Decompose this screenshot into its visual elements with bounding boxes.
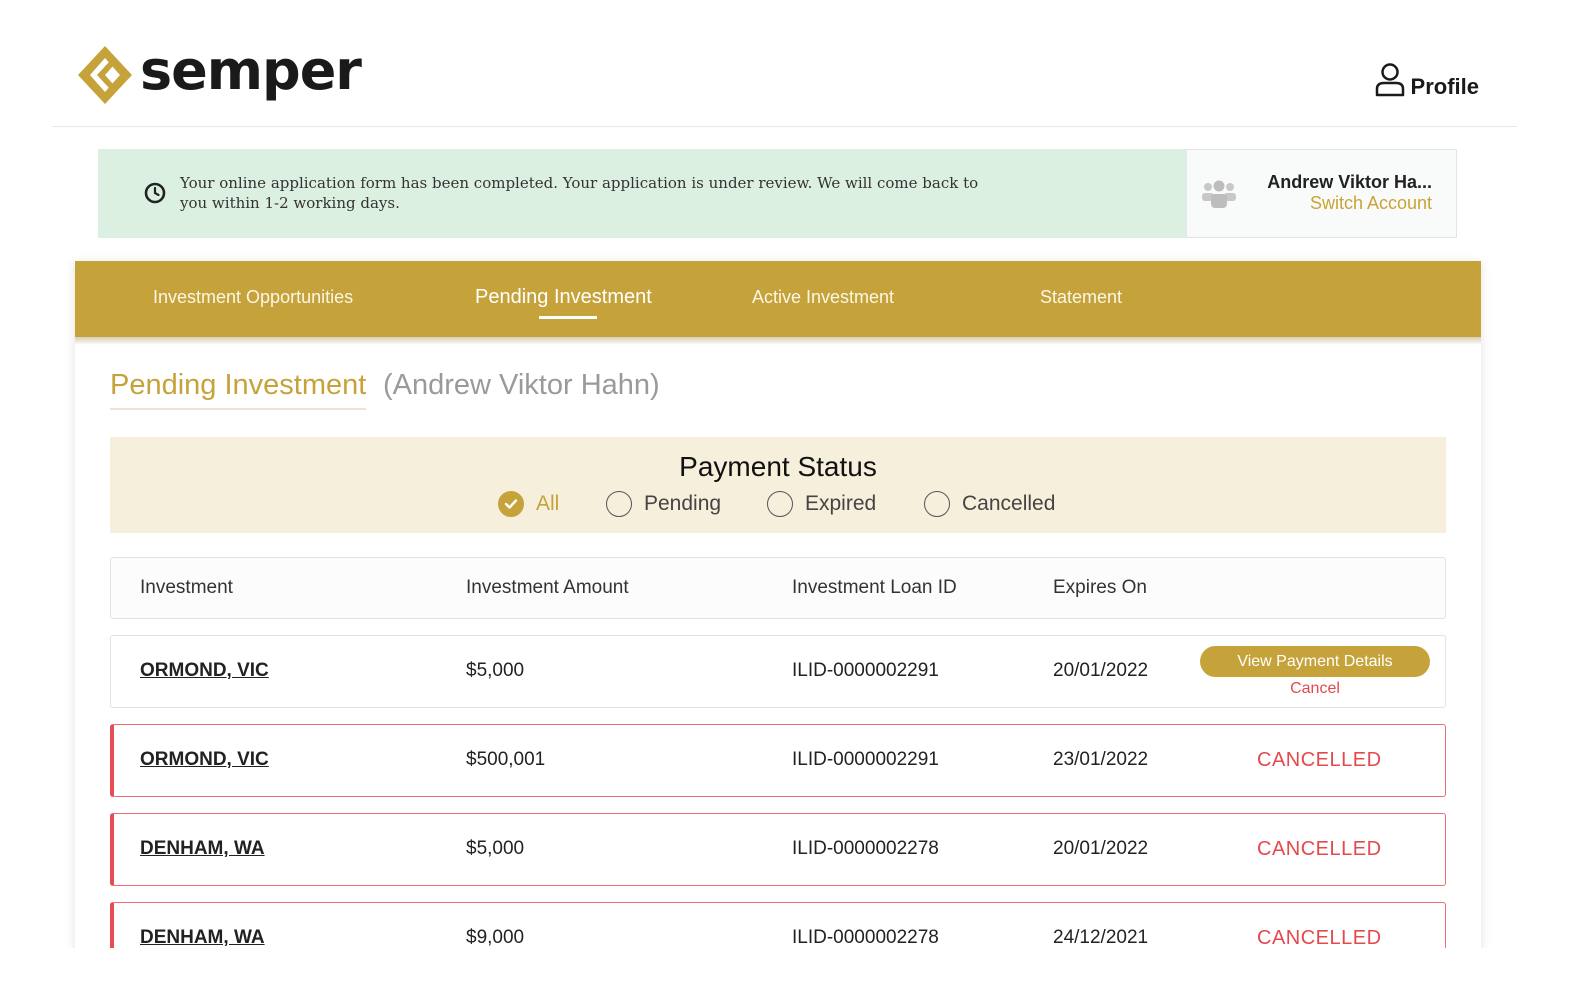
column-header-expires: Expires On (1053, 577, 1147, 598)
status-badge: CANCELLED (1257, 838, 1382, 860)
expires-on: 20/01/2022 (1053, 660, 1149, 681)
account-name: Andrew Viktor Ha... (1267, 172, 1432, 192)
radio-unchecked-icon (924, 491, 950, 517)
profile-label: Profile (1410, 74, 1479, 99)
account-switcher: Andrew Viktor Ha... Switch Account (1186, 149, 1457, 238)
column-header-investment: Investment (140, 577, 233, 598)
status-badge: CANCELLED (1257, 749, 1382, 771)
filter-option-all[interactable]: All (498, 490, 559, 518)
table-header: Investment Investment Amount Investment … (110, 557, 1446, 619)
viewport-edge (0, 948, 1577, 1008)
investment-amount: $9,000 (466, 927, 525, 948)
column-header-loan-id: Investment Loan ID (792, 577, 957, 598)
investment-link[interactable]: DENHAM, WA (140, 927, 265, 949)
expires-on: 20/01/2022 (1053, 838, 1149, 859)
status-badge: CANCELLED (1257, 927, 1382, 949)
column-header-amount: Investment Amount (466, 577, 629, 598)
view-payment-details-button[interactable]: View Payment Details (1200, 646, 1430, 677)
filter-option-label: All (536, 492, 560, 515)
tab-statement[interactable]: Statement (1040, 287, 1122, 308)
radio-unchecked-icon (606, 491, 632, 517)
user-icon (1375, 63, 1404, 97)
clock-icon (144, 182, 166, 204)
header: semper Profile (0, 0, 1577, 128)
notice-message: Your online application form has been co… (180, 174, 979, 212)
investment-amount: $5,000 (466, 660, 525, 681)
tab-active-investment[interactable]: Active Investment (752, 287, 894, 308)
expires-on: 24/12/2021 (1053, 927, 1149, 948)
filter-option-cancelled[interactable]: Cancelled (924, 490, 1055, 518)
page-subtitle: (Andrew Viktor Hahn) (383, 369, 660, 401)
brand-logo[interactable]: semper (76, 39, 362, 106)
users-group-icon (1202, 180, 1236, 208)
investment-link[interactable]: DENHAM, WA (140, 838, 265, 860)
tab-investment-opportunities[interactable]: Investment Opportunities (153, 287, 353, 308)
filter-option-pending[interactable]: Pending (606, 490, 721, 518)
switch-account-link[interactable]: Switch Account (1310, 193, 1432, 214)
filter-option-expired[interactable]: Expired (767, 490, 876, 518)
loan-id: ILID-0000002291 (792, 660, 939, 681)
investment-amount: $5,000 (466, 838, 525, 859)
loan-id: ILID-0000002291 (792, 749, 939, 770)
tab-pending-investment[interactable]: Pending Investment (475, 286, 652, 309)
application-notice: Your online application form has been co… (98, 149, 1186, 238)
filter-title: Payment Status (679, 451, 877, 482)
filter-option-label: Pending (644, 492, 722, 515)
header-divider (52, 126, 1517, 127)
radio-checked-icon (498, 491, 524, 517)
profile-button[interactable]: Profile (1375, 62, 1479, 98)
radio-unchecked-icon (767, 491, 793, 517)
semper-logo-icon (78, 46, 132, 104)
investment-amount: $500,001 (466, 749, 546, 770)
page: semper Profile Your online application f… (0, 0, 1577, 1008)
payment-status-filter: Payment Status All Pending Expired Cance… (110, 437, 1446, 533)
table-row: ORMOND, VIC $5,000 ILID-0000002291 20/01… (110, 635, 1446, 708)
filter-option-label: Expired (805, 492, 877, 515)
main-nav: Investment Opportunities Pending Investm… (75, 261, 1481, 337)
brand-name: semper (140, 39, 362, 102)
nav-shadow (75, 337, 1481, 345)
page-title: Pending Investment (110, 369, 367, 410)
investment-link[interactable]: ORMOND, VIC (140, 660, 269, 682)
table-row: DENHAM, WA $5,000 ILID-0000002278 20/01/… (110, 813, 1446, 886)
expires-on: 23/01/2022 (1053, 749, 1149, 770)
filter-option-label: Cancelled (962, 492, 1056, 515)
main-card: Investment Opportunities Pending Investm… (75, 261, 1481, 1008)
table-row: ORMOND, VIC $500,001 ILID-0000002291 23/… (110, 724, 1446, 797)
active-tab-indicator (539, 316, 597, 319)
loan-id: ILID-0000002278 (792, 838, 939, 859)
investment-link[interactable]: ORMOND, VIC (140, 749, 269, 771)
cancel-link[interactable]: Cancel (1200, 680, 1430, 698)
loan-id: ILID-0000002278 (792, 927, 939, 948)
